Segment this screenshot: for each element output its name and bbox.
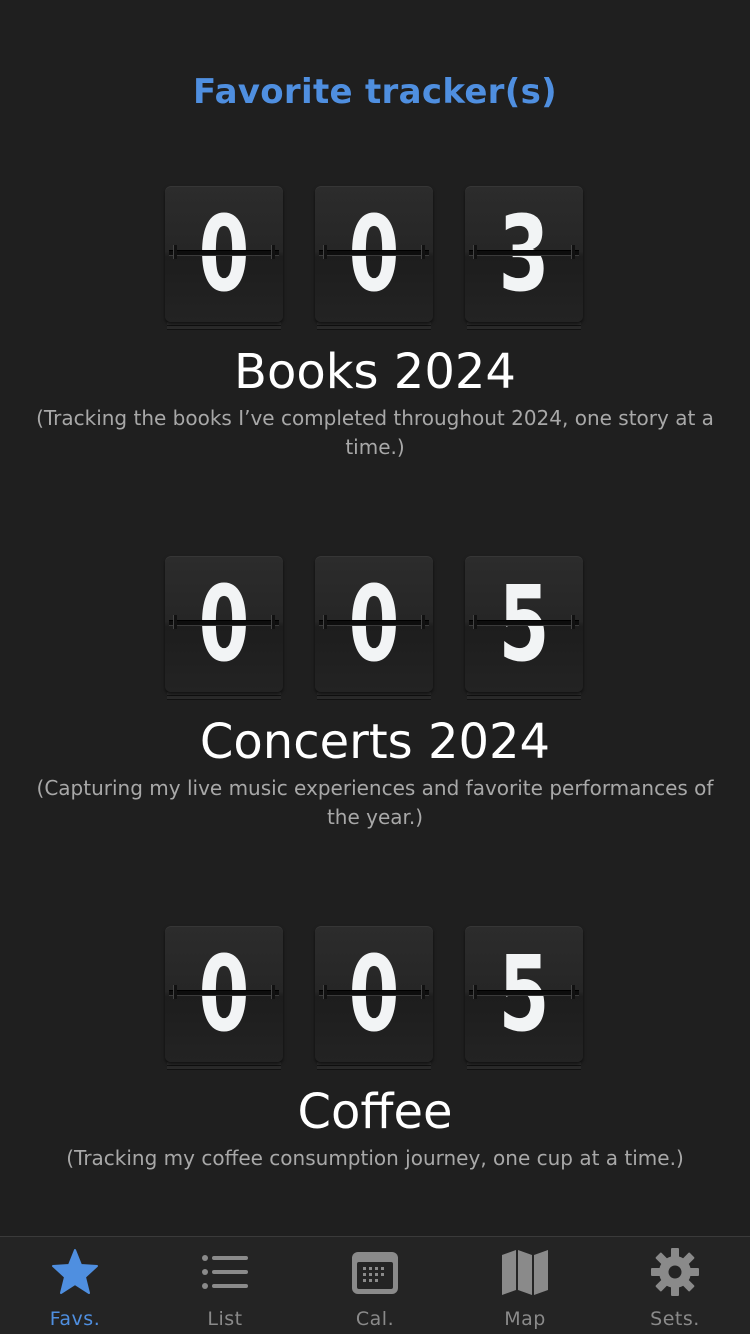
tab-favorites[interactable]: Favs. xyxy=(0,1237,150,1334)
tab-label: Sets. xyxy=(650,1308,700,1330)
tab-calendar[interactable]: Cal. xyxy=(300,1237,450,1334)
tab-list[interactable]: List xyxy=(150,1237,300,1334)
list-icon xyxy=(200,1247,250,1297)
tab-bar: Favs. List Cal. Map Sets. xyxy=(0,1236,750,1334)
map-icon xyxy=(500,1247,550,1297)
flip-counter: 0 0 5 xyxy=(0,926,750,1076)
tracker-name: Concerts 2024 xyxy=(199,714,551,770)
tracker-description: (Tracking my coffee consumption journey,… xyxy=(66,1146,684,1170)
tab-label: Map xyxy=(504,1308,546,1330)
tab-label: List xyxy=(207,1308,243,1330)
tab-settings[interactable]: Sets. xyxy=(600,1237,750,1334)
flip-digit: 5 xyxy=(465,556,583,700)
flip-counter: 0 0 3 xyxy=(0,186,750,336)
flip-digit: 0 xyxy=(315,556,433,700)
flip-digit: 0 xyxy=(165,186,283,330)
favorites-screen: Favorite tracker(s) 0 0 3 Books 2024 (Tr… xyxy=(0,0,750,1334)
flip-digit: 0 xyxy=(315,926,433,1070)
page-title: Favorite tracker(s) xyxy=(193,72,557,112)
tab-label: Cal. xyxy=(355,1308,395,1330)
tracker-card[interactable]: 0 0 5 Coffee (Tracking my coffee consump… xyxy=(0,926,750,1173)
tracker-description: (Capturing my live music experiences and… xyxy=(36,776,714,829)
tracker-name: Books 2024 xyxy=(234,344,516,400)
gear-icon xyxy=(650,1247,700,1297)
flip-digit: 5 xyxy=(465,926,583,1070)
tracker-card[interactable]: 0 0 5 Concerts 2024 (Capturing my live m… xyxy=(0,556,750,832)
calendar-icon xyxy=(350,1247,400,1297)
star-icon xyxy=(50,1247,100,1297)
tab-map[interactable]: Map xyxy=(450,1237,600,1334)
flip-counter: 0 0 5 xyxy=(0,556,750,706)
flip-digit: 0 xyxy=(315,186,433,330)
flip-digit: 0 xyxy=(165,556,283,700)
tracker-card[interactable]: 0 0 3 Books 2024 (Tracking the books I’v… xyxy=(0,186,750,462)
tab-label: Favs. xyxy=(49,1308,101,1330)
tracker-description: (Tracking the books I’ve completed throu… xyxy=(36,406,714,459)
tracker-name: Coffee xyxy=(297,1084,453,1140)
flip-digit: 0 xyxy=(165,926,283,1070)
flip-digit: 3 xyxy=(465,186,583,330)
